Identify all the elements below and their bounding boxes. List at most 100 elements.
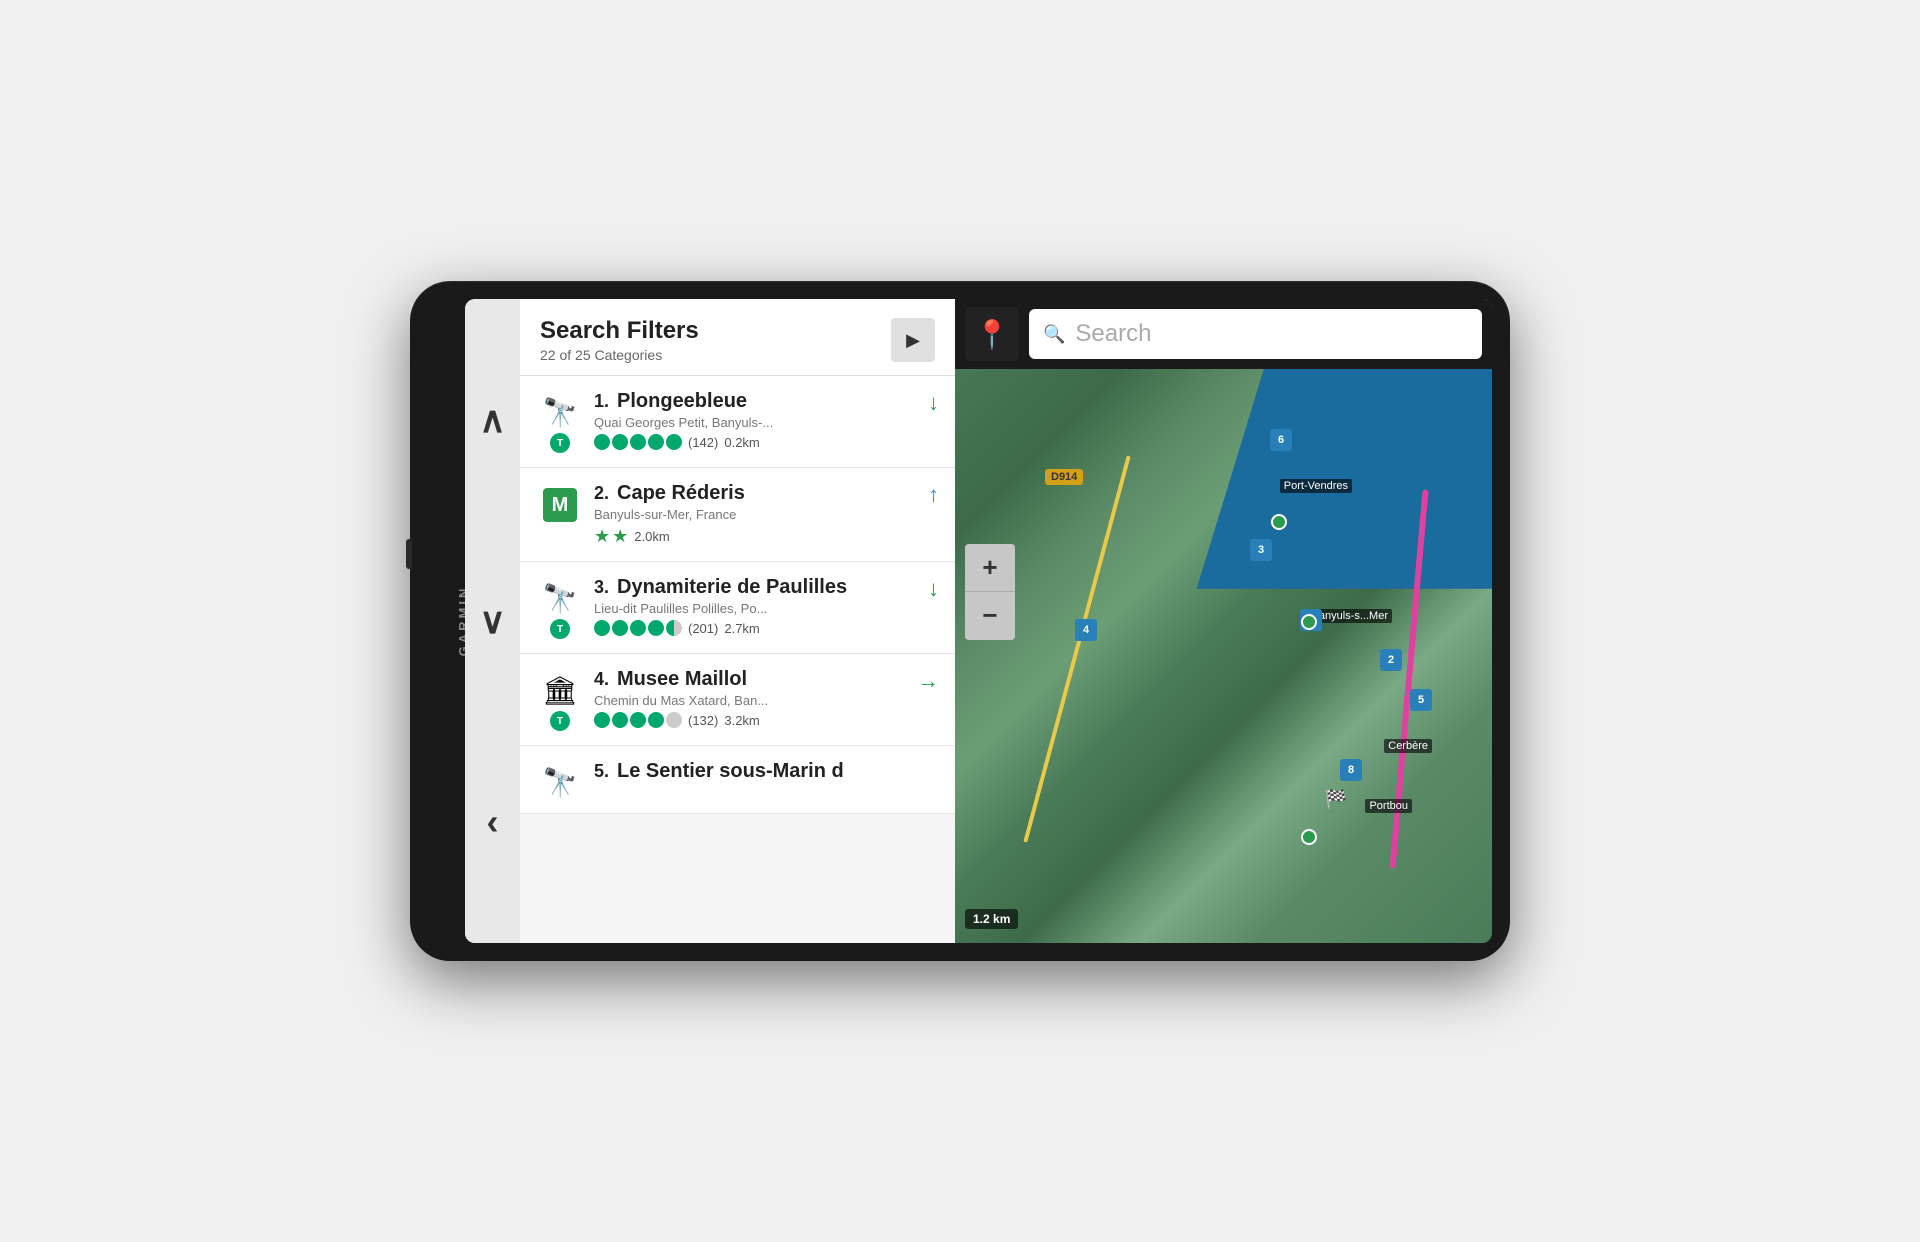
- result-name-row-2: 2. Cape Réderis: [594, 482, 869, 505]
- circles-rating-1: [594, 434, 682, 450]
- map-panel: 📍 🔍 Search: [955, 299, 1492, 943]
- scroll-up-arrow[interactable]: ∧: [479, 402, 505, 438]
- result-name-4: Musee Maillol: [617, 668, 747, 691]
- result-distance-3: ↓: [879, 576, 939, 602]
- michelin-icon: M: [543, 488, 577, 522]
- result-address-4: Chemin du Mas Xatard, Ban...: [594, 693, 869, 708]
- next-button[interactable]: [891, 318, 935, 362]
- result-icon-4: 🏛 T: [536, 668, 584, 731]
- scale-bar: 1.2 km: [965, 909, 1018, 929]
- direction-arrow-1: ↓: [928, 390, 939, 416]
- circle-3-1: [594, 620, 610, 636]
- search-filters-title: Search Filters: [540, 317, 699, 345]
- header-text: Search Filters 22 of 25 Categories: [540, 317, 699, 363]
- tripadvisor-icon-1: T: [550, 433, 570, 453]
- circle-2: [612, 434, 628, 450]
- museum-icon: 🏛: [542, 674, 578, 707]
- result-name-row-4: 4. Musee Maillol: [594, 668, 869, 691]
- left-content: Search Filters 22 of 25 Categories: [520, 299, 955, 943]
- circle-1: [594, 434, 610, 450]
- road-label-d914: D914: [1045, 469, 1083, 485]
- side-button[interactable]: [406, 539, 412, 569]
- result-icon-5: 🔭: [536, 760, 584, 799]
- star-2: ★: [612, 526, 628, 547]
- binoculars-icon-3: 🔭: [543, 582, 578, 615]
- zoom-out-button[interactable]: −: [965, 592, 1015, 640]
- result-name-2: Cape Réderis: [617, 482, 745, 505]
- map-pin-2: 2: [1380, 649, 1402, 671]
- search-filters-subtitle: 22 of 25 Categories: [540, 347, 699, 363]
- result-item-3[interactable]: 🔭 T 3. Dynamiterie de Paulilles: [520, 562, 955, 654]
- result-address-3: Lieu-dit Paulilles Polilles, Po...: [594, 601, 869, 616]
- result-main-2: 2. Cape Réderis Banyuls-sur-Mer, France …: [594, 482, 869, 547]
- search-filters-header: Search Filters 22 of 25 Categories: [520, 299, 955, 376]
- result-rating-1: (142) 0.2km: [594, 434, 869, 450]
- circles-rating-4: [594, 712, 682, 728]
- place-label-portbou: Portbou: [1365, 799, 1412, 813]
- back-arrow[interactable]: ‹: [487, 804, 499, 840]
- result-item-2[interactable]: M 2. Cape Réderis Banyuls-sur-Mer, Franc…: [520, 468, 955, 562]
- result-name-5: Le Sentier sous-Marin d: [617, 760, 844, 783]
- result-main-5: 5. Le Sentier sous-Marin d: [594, 760, 869, 783]
- search-icon: 🔍: [1043, 324, 1065, 345]
- result-icon-2: M: [536, 482, 584, 522]
- result-name-row-1: 1. Plongeebleue: [594, 390, 869, 413]
- result-number-3: 3.: [594, 577, 609, 598]
- result-name-3: Dynamiterie de Paulilles: [617, 576, 847, 599]
- screen: ∧ ∨ ‹ Search Filters 22 of 25 Categories: [465, 299, 1492, 943]
- result-rating-2: ★ ★ 2.0km: [594, 526, 869, 547]
- finish-flag: 🏁: [1325, 789, 1347, 810]
- nav-arrows: ∧ ∨ ‹: [465, 299, 520, 943]
- map-pin-4: 4: [1075, 619, 1097, 641]
- circle-4-2: [612, 712, 628, 728]
- result-main-4: 4. Musee Maillol Chemin du Mas Xatard, B…: [594, 668, 869, 728]
- result-name-row-5: 5. Le Sentier sous-Marin d: [594, 760, 869, 783]
- distance-inline-1: 0.2km: [724, 435, 759, 450]
- road-main: [1023, 455, 1130, 842]
- tripadvisor-icon-3: T: [550, 619, 570, 639]
- review-count-1: (142): [688, 435, 718, 450]
- map-roads: D914 Port-Vendres Banyuls-s...Mer Cerbèr…: [995, 369, 1492, 943]
- circle-4-5: [666, 712, 682, 728]
- map-pin-5: 5: [1410, 689, 1432, 711]
- result-rating-3: (201) 2.7km: [594, 620, 869, 636]
- result-address-1: Quai Georges Petit, Banyuls-...: [594, 415, 869, 430]
- result-number-5: 5.: [594, 761, 609, 782]
- direction-arrow-3: ↓: [928, 576, 939, 602]
- results-list: 🔭 T 1. Plongeebleue Quai Georg: [520, 376, 955, 943]
- distance-inline-4: 3.2km: [724, 713, 759, 728]
- result-address-2: Banyuls-sur-Mer, France: [594, 507, 869, 522]
- direction-arrow-2: ↑: [928, 482, 939, 508]
- result-item-5[interactable]: 🔭 5. Le Sentier sous-Marin d: [520, 746, 955, 814]
- search-placeholder: Search: [1075, 320, 1151, 348]
- binoculars-icon-5: 🔭: [543, 766, 578, 799]
- circle-4-3: [630, 712, 646, 728]
- review-count-4: (132): [688, 713, 718, 728]
- result-name-row-3: 3. Dynamiterie de Paulilles: [594, 576, 869, 599]
- zoom-controls: + −: [965, 544, 1015, 640]
- location-icon: 📍: [975, 318, 1010, 351]
- result-rating-4: (132) 3.2km: [594, 712, 869, 728]
- left-panel: ∧ ∨ ‹ Search Filters 22 of 25 Categories: [465, 299, 955, 943]
- circle-3-4: [648, 620, 664, 636]
- map-pin-3: 3: [1250, 539, 1272, 561]
- screen-content: ∧ ∨ ‹ Search Filters 22 of 25 Categories: [465, 299, 1492, 943]
- result-distance-2: ↑: [879, 482, 939, 508]
- review-count-3: (201): [688, 621, 718, 636]
- direction-arrow-4: →: [917, 668, 939, 694]
- circle-4-1: [594, 712, 610, 728]
- result-number-1: 1.: [594, 391, 609, 412]
- map-pin-8: 8: [1340, 759, 1362, 781]
- device-shell: GARMIN ∧ ∨ ‹ Search Filte: [410, 281, 1510, 961]
- location-button[interactable]: 📍: [965, 307, 1019, 361]
- zoom-in-button[interactable]: +: [965, 544, 1015, 592]
- result-item-1[interactable]: 🔭 T 1. Plongeebleue Quai Georg: [520, 376, 955, 468]
- result-item-4[interactable]: 🏛 T 4. Musee Maillol Chemin du: [520, 654, 955, 746]
- map-pin-6: 6: [1270, 429, 1292, 451]
- place-label-port-vendres: Port-Vendres: [1280, 479, 1352, 493]
- result-icon-1: 🔭 T: [536, 390, 584, 453]
- scroll-down-arrow[interactable]: ∨: [479, 603, 505, 639]
- distance-inline-2: 2.0km: [634, 529, 669, 544]
- search-bar[interactable]: 🔍 Search: [1029, 309, 1482, 359]
- circle-3-3: [630, 620, 646, 636]
